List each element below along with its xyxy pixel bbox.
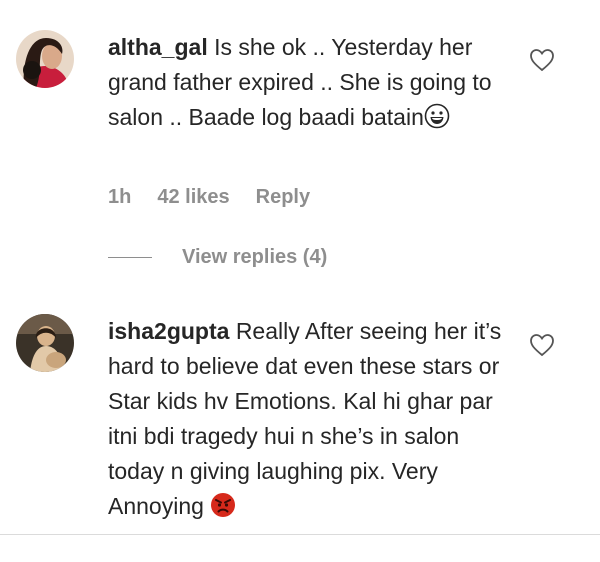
username[interactable]: altha_gal bbox=[108, 34, 208, 60]
view-replies-label: View replies (4) bbox=[182, 246, 328, 268]
bottom-divider bbox=[0, 534, 600, 535]
comment-meta: 1h 42 likes Reply bbox=[108, 186, 310, 209]
reply-button[interactable]: Reply bbox=[256, 186, 310, 209]
avatar[interactable] bbox=[16, 314, 74, 372]
timestamp: 1h bbox=[108, 186, 132, 208]
view-replies-button[interactable]: View replies (4) bbox=[108, 246, 327, 269]
avatar[interactable] bbox=[16, 30, 74, 88]
angry-face-icon bbox=[210, 492, 236, 518]
comment-text: altha_gal Is she ok .. Yesterday her gra… bbox=[108, 30, 518, 135]
comment-text: isha2gupta Really After seeing her it’s … bbox=[108, 314, 518, 524]
divider-line bbox=[108, 257, 152, 258]
like-heart-icon[interactable] bbox=[529, 48, 555, 72]
like-heart-icon[interactable] bbox=[529, 333, 555, 357]
username[interactable]: isha2gupta bbox=[108, 318, 229, 344]
likes-count[interactable]: 42 likes bbox=[157, 186, 229, 209]
grinning-face-icon bbox=[424, 103, 450, 129]
comment-body: Really After seeing her it’s hard to bel… bbox=[108, 318, 502, 519]
